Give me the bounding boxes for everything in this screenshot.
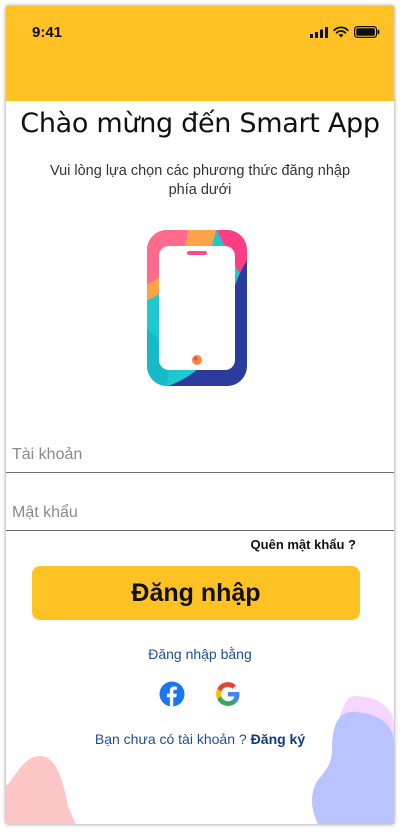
header-bar: 9:41: [6, 6, 394, 101]
decorative-blob-blue: [312, 712, 394, 824]
account-field: [6, 416, 394, 473]
status-time: 9:41: [32, 24, 63, 41]
welcome-title: Chào mừng đến Smart App: [20, 108, 380, 139]
password-field: [6, 474, 394, 531]
signup-link[interactable]: Đăng ký: [251, 731, 305, 747]
status-icons: [310, 26, 380, 38]
battery-icon: [354, 26, 380, 38]
decorative-blob-pink: [6, 756, 76, 824]
account-input[interactable]: [12, 446, 372, 464]
facebook-icon[interactable]: [159, 681, 185, 707]
login-with-label: Đăng nhập bằng: [148, 646, 252, 662]
signup-prompt: Bạn chưa có tài khoản ?: [94, 731, 247, 747]
signal-icon: [310, 26, 328, 38]
welcome-subtitle: Vui lòng lựa chọn các phương thức đăng n…: [49, 163, 351, 198]
password-input[interactable]: [12, 504, 372, 522]
forgot-password-link[interactable]: Quên mật khẩu ?: [251, 537, 356, 552]
wifi-icon: [333, 26, 349, 38]
google-icon[interactable]: [215, 681, 241, 707]
smartphone-illustration: [147, 230, 247, 386]
login-button[interactable]: Đăng nhập: [32, 566, 360, 620]
app-screen: 9:41 Chào mừng đến Smart App Vui lòng lự…: [6, 6, 394, 824]
